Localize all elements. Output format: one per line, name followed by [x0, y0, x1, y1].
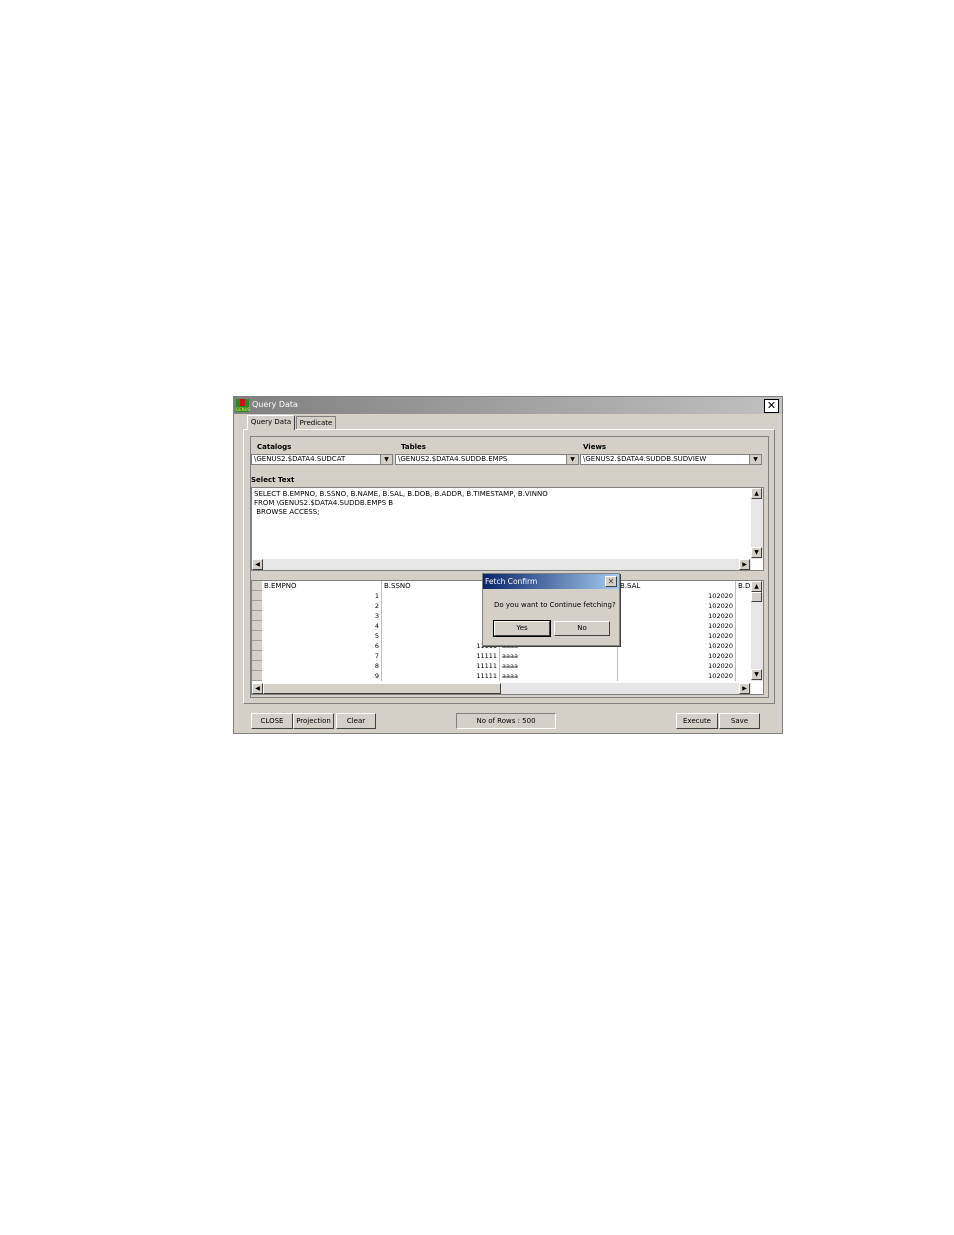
cell-empno[interactable]: 9 — [262, 671, 382, 681]
cell-empno[interactable]: 2 — [262, 601, 382, 611]
tables-select[interactable]: \GENUS2.$DATA4.SUDDB.EMPS ▼ — [395, 454, 579, 465]
yes-button[interactable]: Yes — [493, 620, 551, 637]
cell-sal[interactable]: 102020 — [618, 631, 736, 641]
sql-vertical-scrollbar[interactable]: ▲ ▼ — [751, 488, 763, 559]
fetch-confirm-dialog: Fetch Confirm ✕ Do you want to Continue … — [482, 573, 620, 646]
cell-empno[interactable]: 7 — [262, 651, 382, 661]
cell-sal[interactable]: 102020 — [618, 651, 736, 661]
chevron-down-icon[interactable]: ▼ — [566, 455, 578, 464]
catalogs-select[interactable]: \GENUS2.$DATA4.SUDCAT ▼ — [251, 454, 393, 465]
scroll-left-icon[interactable]: ◀ — [252, 559, 263, 570]
views-label: Views — [583, 443, 607, 451]
tab-query-data[interactable]: Query Data — [247, 415, 295, 430]
cell-sal[interactable]: 102020 — [618, 591, 736, 601]
cell-empno[interactable]: 5 — [262, 631, 382, 641]
cell-name[interactable]: aaaa — [500, 671, 618, 681]
row-selector[interactable] — [252, 611, 262, 621]
row-selector[interactable] — [252, 631, 262, 641]
table-row[interactable]: 8 11111 aaaa 102020 — [252, 661, 750, 671]
execute-button[interactable]: Execute — [676, 713, 718, 729]
cell-ssno[interactable]: 11111 — [382, 661, 500, 671]
scroll-up-icon[interactable]: ▲ — [751, 488, 762, 499]
row-selector[interactable] — [252, 661, 262, 671]
views-select[interactable]: \GENUS2.$DATA4.SUDDB.SUDVIEW ▼ — [580, 454, 762, 465]
grid-hscroll-thumb[interactable] — [263, 683, 501, 694]
row-selector[interactable] — [252, 591, 262, 601]
cell-sal[interactable]: 102020 — [618, 601, 736, 611]
close-button[interactable]: CLOSE — [251, 713, 293, 729]
table-row[interactable]: 7 11111 aaaa 102020 — [252, 651, 750, 661]
scroll-down-icon[interactable]: ▼ — [751, 669, 762, 680]
row-selector[interactable] — [252, 651, 262, 661]
catalogs-value: \GENUS2.$DATA4.SUDCAT — [254, 455, 346, 463]
row-selector[interactable] — [252, 671, 262, 681]
scroll-right-icon[interactable]: ▶ — [739, 559, 750, 570]
sql-text: SELECT B.EMPNO, B.SSNO, B.NAME, B.SAL, B… — [254, 490, 548, 516]
table-row[interactable]: 9 11111 aaaa 102020 — [252, 671, 750, 681]
row-selector[interactable] — [252, 621, 262, 631]
clear-button[interactable]: Clear — [336, 713, 376, 729]
grid-vscroll-thumb[interactable] — [751, 592, 762, 602]
dialog-title-bar[interactable]: Fetch Confirm ✕ — [483, 574, 619, 589]
projection-button[interactable]: Projection — [293, 713, 334, 729]
tables-value: \GENUS2.$DATA4.SUDDB.EMPS — [398, 455, 508, 463]
title-bar[interactable]: GENUS Query Data ✕ — [234, 397, 782, 414]
cell-name[interactable]: aaaa — [500, 651, 618, 661]
cell-sal[interactable]: 102020 — [618, 611, 736, 621]
scroll-down-icon[interactable]: ▼ — [751, 547, 762, 558]
scroll-right-icon[interactable]: ▶ — [739, 683, 750, 694]
cell-name[interactable]: aaaa — [500, 661, 618, 671]
save-button[interactable]: Save — [719, 713, 760, 729]
row-selector[interactable] — [252, 601, 262, 611]
sql-horizontal-scrollbar[interactable]: ◀ ▶ — [252, 559, 751, 570]
cell-empno[interactable]: 1 — [262, 591, 382, 601]
cell-empno[interactable]: 6 — [262, 641, 382, 651]
cell-sal[interactable]: 102020 — [618, 641, 736, 651]
cell-sal[interactable]: 102020 — [618, 621, 736, 631]
catalogs-label: Catalogs — [257, 443, 292, 451]
column-header-empno[interactable]: B.EMPNO — [262, 581, 382, 591]
sql-textarea[interactable]: SELECT B.EMPNO, B.SSNO, B.NAME, B.SAL, B… — [251, 487, 764, 571]
cell-empno[interactable]: 8 — [262, 661, 382, 671]
grid-vertical-scrollbar[interactable]: ▲ ▼ — [751, 581, 763, 681]
grid-corner — [252, 581, 262, 591]
dialog-message: Do you want to Continue fetching? — [494, 601, 616, 609]
row-selector[interactable] — [252, 641, 262, 651]
dialog-title: Fetch Confirm — [485, 577, 538, 586]
grid-horizontal-scrollbar[interactable]: ◀ ▶ — [252, 683, 751, 694]
cell-sal[interactable]: 102020 — [618, 671, 736, 681]
app-logo-icon: GENUS — [236, 399, 250, 412]
chevron-down-icon[interactable]: ▼ — [380, 455, 392, 464]
tables-label: Tables — [401, 443, 426, 451]
window-close-button[interactable]: ✕ — [764, 399, 779, 413]
scroll-up-icon[interactable]: ▲ — [751, 581, 762, 592]
scroll-left-icon[interactable]: ◀ — [252, 683, 263, 694]
no-button[interactable]: No — [554, 621, 610, 636]
select-text-label: Select Text — [251, 476, 295, 484]
rows-count-status: No of Rows : 500 — [456, 713, 556, 729]
cell-ssno[interactable]: 11111 — [382, 651, 500, 661]
cell-sal[interactable]: 102020 — [618, 661, 736, 671]
views-value: \GENUS2.$DATA4.SUDDB.SUDVIEW — [583, 455, 707, 463]
window-title: Query Data — [252, 400, 298, 409]
column-header-sal[interactable]: B.SAL — [618, 581, 736, 591]
cell-empno[interactable]: 3 — [262, 611, 382, 621]
dialog-close-icon[interactable]: ✕ — [605, 576, 617, 587]
tab-predicate[interactable]: Predicate — [296, 416, 336, 429]
cell-ssno[interactable]: 11111 — [382, 671, 500, 681]
cell-empno[interactable]: 4 — [262, 621, 382, 631]
chevron-down-icon[interactable]: ▼ — [749, 455, 761, 464]
